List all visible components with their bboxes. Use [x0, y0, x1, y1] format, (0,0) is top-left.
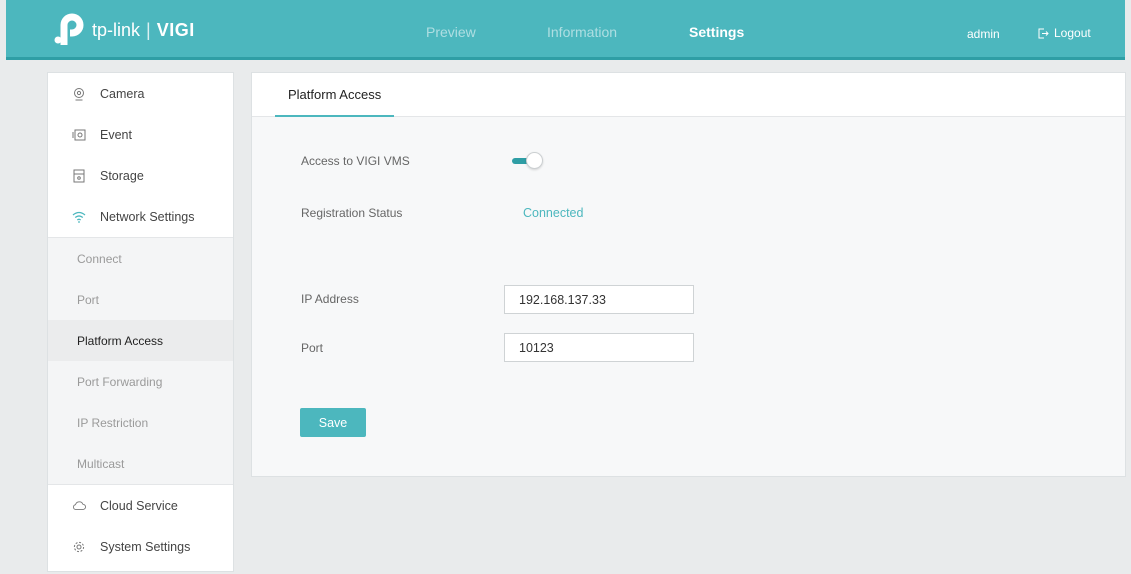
gear-icon [72, 540, 86, 554]
sidebar-item-system-settings[interactable]: System Settings [48, 526, 233, 567]
logo-text: tp-link | VIGI [92, 20, 195, 41]
tab-platform-access[interactable]: Platform Access [275, 73, 395, 117]
sidebar-item-camera[interactable]: Camera [48, 73, 233, 114]
top-bar: tp-link | VIGI Preview Information Setting… [6, 0, 1125, 60]
access-vms-toggle[interactable] [510, 151, 544, 171]
nav-preview[interactable]: Preview [426, 24, 476, 40]
sidebar-subitem-port[interactable]: Port [48, 279, 233, 320]
sidebar-item-event[interactable]: Event [48, 114, 233, 155]
tp-link-logo-icon [54, 13, 88, 47]
port-input[interactable] [504, 333, 694, 362]
sidebar-subitem-ip-restriction[interactable]: IP Restriction [48, 402, 233, 443]
sidebar-item-label: Storage [100, 168, 144, 183]
sidebar-item-cloud-service[interactable]: Cloud Service [48, 485, 233, 526]
registration-status-value: Connected [523, 206, 584, 220]
sidebar-subitem-multicast[interactable]: Multicast [48, 443, 233, 484]
save-button[interactable]: Save [300, 408, 366, 437]
ip-address-input[interactable] [504, 285, 694, 314]
sidebar-subitem-port-forwarding[interactable]: Port Forwarding [48, 361, 233, 402]
logout-icon [1038, 28, 1049, 38]
port-label: Port [301, 341, 324, 355]
sidebar-item-label: Cloud Service [100, 498, 178, 513]
cloud-icon [72, 499, 86, 513]
ip-address-label: IP Address [301, 292, 359, 306]
sidebar-subitem-connect[interactable]: Connect [48, 238, 233, 279]
tab-bar: Platform Access [252, 73, 1125, 117]
registration-status-label: Registration Status [301, 206, 403, 220]
nav-information[interactable]: Information [547, 24, 617, 40]
sidebar-item-label: Camera [100, 86, 145, 101]
sidebar-item-label: System Settings [100, 539, 191, 554]
sidebar-item-storage[interactable]: Storage [48, 155, 233, 196]
username: admin [967, 27, 1000, 41]
sidebar: Camera Event Storage Network Settings Co… [47, 72, 234, 572]
sidebar-item-label: Event [100, 127, 132, 142]
logo: tp-link | VIGI [54, 13, 195, 47]
sidebar-item-network-settings[interactable]: Network Settings [48, 196, 233, 237]
network-settings-submenu: Connect Port Platform Access Port Forwar… [48, 237, 233, 485]
platform-access-panel: Platform Access Access to VIGI VMS Regis… [251, 72, 1126, 477]
access-vms-label: Access to VIGI VMS [301, 154, 410, 168]
logout-label: Logout [1054, 26, 1091, 40]
event-icon [72, 128, 86, 142]
logo-brand: tp-link [92, 19, 141, 40]
toggle-knob [526, 152, 543, 169]
nav-settings[interactable]: Settings [689, 24, 744, 40]
storage-icon [72, 169, 86, 183]
logo-product: VIGI [156, 19, 195, 40]
logout-button[interactable]: Logout [1038, 26, 1091, 40]
camera-icon [72, 87, 86, 101]
logo-separator: | [146, 19, 151, 40]
sidebar-subitem-platform-access[interactable]: Platform Access [48, 320, 233, 361]
wifi-icon [72, 210, 86, 224]
sidebar-item-label: Network Settings [100, 209, 195, 224]
